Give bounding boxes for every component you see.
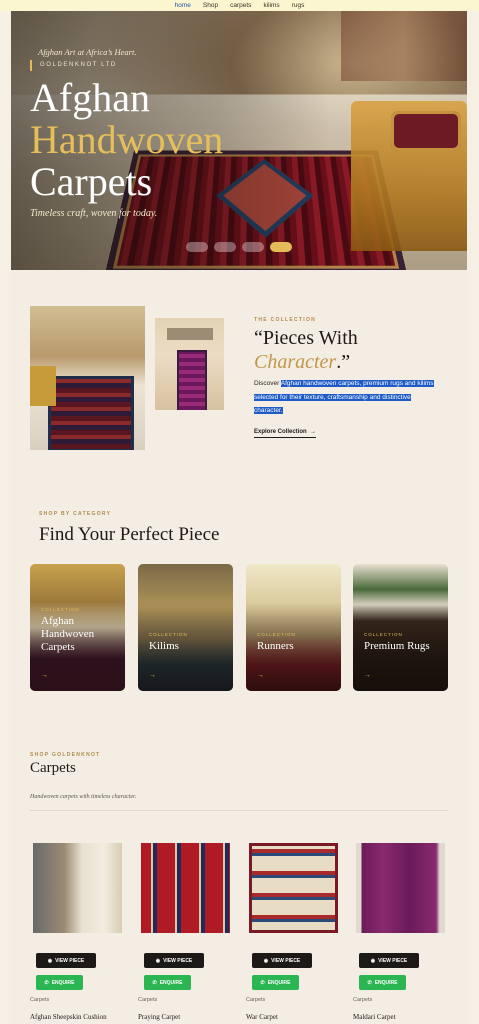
collection-eyebrow: THE COLLECTION — [254, 317, 317, 323]
product-name[interactable]: Afghan Sheepskin Cushion — [30, 1013, 107, 1021]
page-content: Afghan Art at Africa’s Heart. GOLDENKNOT… — [11, 11, 467, 1024]
category-card-carpets[interactable]: COLLECTION Afghan Handwoven Carpets → — [30, 564, 125, 691]
collection-image-room — [30, 306, 145, 450]
eye-icon: ◉ — [370, 957, 376, 964]
hero-brand: GOLDENKNOT LTD — [30, 60, 117, 71]
product-category: Carpets — [353, 997, 373, 1003]
collection-desc-selected: Afghan handwoven carpets, premium rugs a… — [254, 380, 434, 414]
arrow-right-icon: → — [257, 672, 264, 679]
category-label: COLLECTION — [364, 632, 403, 637]
shop-title: Carpets — [30, 760, 76, 776]
whatsapp-icon: ✆ — [260, 979, 265, 986]
nav-rugs[interactable]: rugs — [292, 2, 305, 9]
collection-image-runner — [155, 318, 224, 410]
nav-kilims[interactable]: kilims — [263, 2, 279, 9]
nav-carpets[interactable]: carpets — [230, 2, 251, 9]
nav-shop[interactable]: Shop — [203, 2, 218, 9]
top-navigation: home Shop carpets kilims rugs — [0, 0, 479, 11]
hero-title: Afghan Handwoven Carpets — [30, 77, 223, 203]
slider-dot-2[interactable] — [214, 242, 236, 252]
categories-title: Find Your Perfect Piece — [39, 524, 220, 545]
arrow-right-icon: → — [41, 672, 48, 679]
eye-icon: ◉ — [263, 957, 269, 964]
enquire-label: ENQUIRE — [267, 979, 291, 986]
shop-eyebrow: SHOP GOLDENKNOT — [30, 752, 101, 758]
product-image[interactable] — [249, 843, 338, 933]
slider-dot-3[interactable] — [242, 242, 264, 252]
whatsapp-icon: ✆ — [152, 979, 157, 986]
eye-icon: ◉ — [155, 957, 161, 964]
product-image[interactable] — [141, 843, 230, 933]
hero-tagline: Afghan Art at Africa’s Heart. — [38, 47, 137, 57]
slider-dot-4[interactable] — [270, 242, 292, 252]
product-category: Carpets — [30, 997, 50, 1003]
category-label: COLLECTION — [149, 632, 188, 637]
category-label: COLLECTION — [41, 607, 80, 612]
category-card-kilims[interactable]: COLLECTION Kilims → — [138, 564, 233, 691]
categories-eyebrow: SHOP BY CATEGORY — [39, 511, 112, 517]
view-piece-button[interactable]: ◉ VIEW PIECE — [144, 953, 204, 968]
product-name[interactable]: Praying Carpet — [138, 1013, 180, 1021]
view-piece-label: VIEW PIECE — [55, 957, 85, 964]
collection-title: “Pieces With Character.” — [254, 326, 358, 374]
enquire-button[interactable]: ✆ ENQUIRE — [252, 975, 299, 990]
whatsapp-icon: ✆ — [44, 979, 49, 986]
product-name[interactable]: Maldari Carpet — [353, 1013, 396, 1021]
hero-title-line3: Carpets — [30, 159, 153, 204]
product-name[interactable]: War Carpet — [246, 1013, 278, 1021]
category-card-premium-rugs[interactable]: COLLECTION Premium Rugs → — [353, 564, 448, 691]
enquire-label: ENQUIRE — [51, 979, 75, 986]
hero-title-line1: Afghan — [30, 75, 150, 120]
enquire-button[interactable]: ✆ ENQUIRE — [144, 975, 191, 990]
product-category: Carpets — [138, 997, 158, 1003]
category-label: COLLECTION — [257, 632, 296, 637]
hero-slider: Afghan Art at Africa’s Heart. GOLDENKNOT… — [11, 11, 467, 270]
section-divider — [30, 810, 448, 811]
hero-title-line2: Handwoven — [30, 117, 224, 162]
product-image[interactable] — [33, 843, 122, 933]
category-card-runners[interactable]: COLLECTION Runners → — [246, 564, 341, 691]
category-name: Runners — [257, 640, 294, 652]
category-name: Afghan Handwoven Carpets — [41, 615, 95, 653]
collection-title-highlight: Character — [254, 351, 337, 373]
enquire-label: ENQUIRE — [374, 979, 398, 986]
collection-description: Discover Afghan handwoven carpets, premi… — [254, 377, 439, 418]
explore-collection-link[interactable]: Explore Collection → — [254, 429, 317, 438]
collection-title-part1: “Pieces With — [254, 327, 358, 349]
view-piece-label: VIEW PIECE — [163, 957, 193, 964]
eye-icon: ◉ — [47, 957, 53, 964]
view-piece-button[interactable]: ◉ VIEW PIECE — [36, 953, 96, 968]
enquire-button[interactable]: ✆ ENQUIRE — [36, 975, 83, 990]
shop-subtitle: Handwoven carpets with timeless characte… — [30, 794, 137, 800]
category-name: Kilims — [149, 640, 179, 652]
enquire-button[interactable]: ✆ ENQUIRE — [359, 975, 406, 990]
slider-dots — [186, 242, 292, 252]
collection-title-end: .” — [336, 351, 351, 373]
view-piece-button[interactable]: ◉ VIEW PIECE — [252, 953, 312, 968]
category-name: Premium Rugs — [364, 640, 430, 652]
explore-collection-label: Explore Collection — [254, 429, 307, 435]
view-piece-button[interactable]: ◉ VIEW PIECE — [359, 953, 419, 968]
product-image[interactable] — [356, 843, 445, 933]
arrow-right-icon: → — [149, 672, 156, 679]
product-category: Carpets — [246, 997, 266, 1003]
enquire-label: ENQUIRE — [159, 979, 183, 986]
arrow-right-icon: → — [364, 672, 371, 679]
whatsapp-icon: ✆ — [367, 979, 372, 986]
arrow-right-icon: → — [308, 429, 317, 435]
view-piece-label: VIEW PIECE — [271, 957, 301, 964]
hero-subtitle: Timeless craft, woven for today. — [30, 208, 158, 219]
slider-dot-1[interactable] — [186, 242, 208, 252]
nav-home[interactable]: home — [175, 2, 191, 9]
collection-desc-lead: Discover — [254, 380, 281, 387]
view-piece-label: VIEW PIECE — [378, 957, 408, 964]
